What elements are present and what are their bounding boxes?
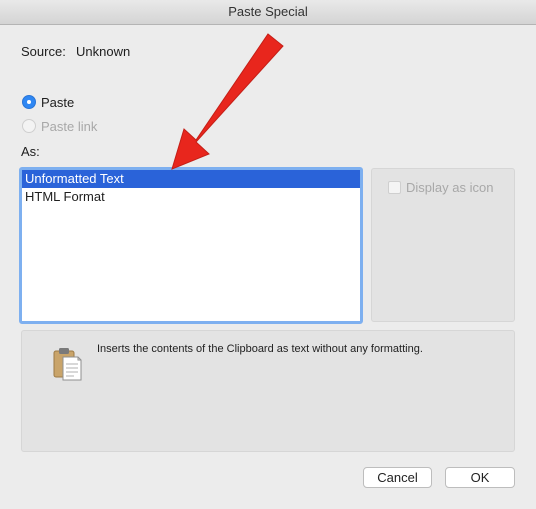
source-value: Unknown bbox=[76, 44, 131, 59]
format-item-html-format[interactable]: HTML Format bbox=[22, 188, 360, 206]
format-item-unformatted-text[interactable]: Unformatted Text bbox=[22, 170, 360, 188]
display-as-icon-label: Display as icon bbox=[406, 180, 494, 195]
radio-selected-icon bbox=[22, 95, 36, 109]
display-as-icon-checkbox[interactable]: Display as icon bbox=[388, 180, 493, 195]
window-title: Paste Special bbox=[228, 4, 308, 19]
paste-radio[interactable]: Paste bbox=[22, 94, 74, 110]
result-description: Inserts the contents of the Clipboard as… bbox=[97, 343, 423, 355]
paste-link-radio-label: Paste link bbox=[41, 118, 98, 134]
display-options-panel: Display as icon bbox=[371, 168, 515, 322]
clipboard-icon bbox=[53, 348, 82, 381]
paste-link-radio[interactable]: Paste link bbox=[22, 118, 97, 134]
source-label: Source: bbox=[21, 44, 66, 59]
as-label: As: bbox=[21, 144, 40, 159]
cancel-button[interactable]: Cancel bbox=[363, 467, 432, 488]
paste-radio-label: Paste bbox=[41, 94, 75, 110]
radio-unselected-icon bbox=[22, 119, 36, 133]
checkbox-icon bbox=[388, 181, 401, 194]
ok-button[interactable]: OK bbox=[445, 467, 515, 488]
format-listbox[interactable]: Unformatted Text HTML Format bbox=[19, 167, 363, 324]
result-panel: Inserts the contents of the Clipboard as… bbox=[21, 330, 515, 452]
window-titlebar[interactable]: Paste Special bbox=[0, 0, 536, 25]
